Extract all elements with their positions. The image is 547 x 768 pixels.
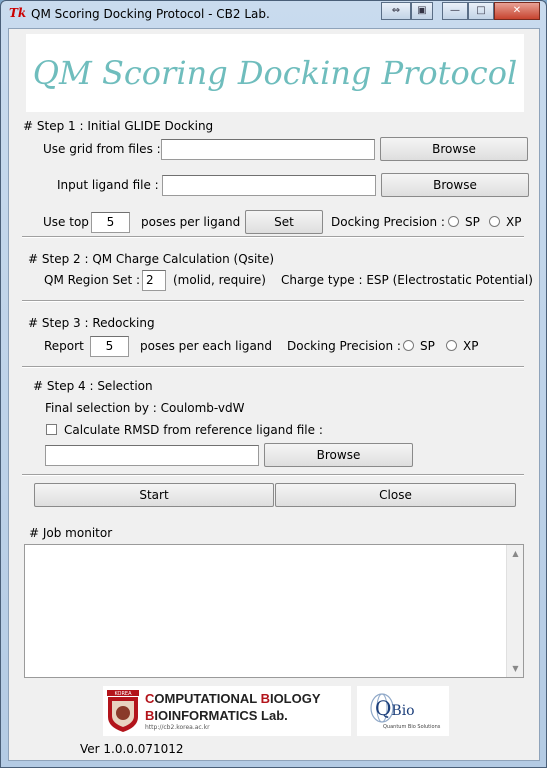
rmsd-checkbox[interactable] bbox=[46, 424, 57, 435]
cb-line2: BIOINFORMATICS Lab. bbox=[145, 708, 288, 723]
cb-line1: COMPUTATIONAL BIOLOGY bbox=[145, 691, 321, 706]
close-icon: ✕ bbox=[512, 5, 522, 16]
title-bar[interactable]: Tk QM Scoring Docking Protocol - CB2 Lab… bbox=[1, 1, 546, 27]
rmsd-label: Calculate RMSD from reference ligand fil… bbox=[64, 423, 323, 437]
step3-xp-radio[interactable] bbox=[446, 340, 457, 351]
final-selection-label: Final selection by : Coulomb-vdW bbox=[45, 401, 245, 415]
tk-app-icon: Tk bbox=[9, 6, 27, 20]
use-top-input[interactable]: 5 bbox=[91, 212, 130, 233]
restore-button[interactable]: ⇔ bbox=[381, 2, 411, 20]
report-input[interactable]: 5 bbox=[90, 336, 129, 357]
app-window: Tk QM Scoring Docking Protocol - CB2 Lab… bbox=[0, 0, 547, 768]
job-monitor-textarea[interactable]: ▲ ▼ bbox=[24, 544, 524, 678]
qbio-tagline: Quantum Bio Solutions bbox=[383, 724, 441, 730]
step1-xp-radio[interactable] bbox=[489, 216, 500, 227]
separator bbox=[22, 236, 524, 238]
separator bbox=[22, 366, 524, 368]
poses-per-ligand-label: poses per ligand bbox=[141, 215, 241, 229]
qm-region-label: QM Region Set : bbox=[44, 273, 141, 287]
set-button[interactable]: Set bbox=[245, 210, 323, 234]
step1-sp-radio[interactable] bbox=[448, 216, 459, 227]
qm-region-hint: (molid, require) bbox=[173, 273, 266, 287]
step3-heading: # Step 3 : Redocking bbox=[28, 316, 155, 330]
scroll-down-arrow-icon[interactable]: ▼ bbox=[508, 661, 523, 676]
ligand-file-label: Input ligand file : bbox=[57, 178, 159, 192]
korea-university-emblem-icon: KOREA bbox=[107, 690, 139, 732]
version-label: Ver 1.0.0.071012 bbox=[80, 742, 184, 756]
grid-file-label: Use grid from files : bbox=[43, 142, 161, 156]
start-button[interactable]: Start bbox=[34, 483, 274, 507]
qbio-logo: QBio Quantum Bio Solutions bbox=[357, 686, 449, 736]
step1-precision-label: Docking Precision : bbox=[331, 215, 445, 229]
rmsd-file-input[interactable] bbox=[45, 445, 259, 466]
step1-heading: # Step 1 : Initial GLIDE Docking bbox=[23, 119, 214, 133]
ligand-file-input[interactable] bbox=[162, 175, 376, 196]
step2-heading: # Step 2 : QM Charge Calculation (Qsite) bbox=[28, 252, 275, 266]
qm-region-input[interactable]: 2 bbox=[142, 270, 166, 291]
cb2-lab-logo: KOREA COMPUTATIONAL BIOLOGY BIOINFORMATI… bbox=[103, 686, 351, 736]
charge-type-label: Charge type : ESP (Electrostatic Potenti… bbox=[281, 273, 533, 287]
cb-url: http://cb2.korea.ac.kr bbox=[145, 724, 210, 731]
step3-precision-label: Docking Precision : bbox=[287, 339, 401, 353]
banner-title: QM Scoring Docking Protocol bbox=[32, 54, 518, 92]
scroll-up-arrow-icon[interactable]: ▲ bbox=[508, 546, 523, 561]
close-button[interactable]: Close bbox=[275, 483, 516, 507]
banner: QM Scoring Docking Protocol bbox=[26, 34, 524, 112]
step3-sp-radio[interactable] bbox=[403, 340, 414, 351]
client-area: QM Scoring Docking Protocol # Step 1 : I… bbox=[8, 28, 540, 761]
grid-file-input[interactable] bbox=[161, 139, 375, 160]
step4-heading: # Step 4 : Selection bbox=[33, 379, 153, 393]
close-window-button[interactable]: ✕ bbox=[494, 2, 540, 20]
minimize-button[interactable]: — bbox=[442, 2, 468, 20]
job-monitor-scrollbar[interactable]: ▲ ▼ bbox=[506, 545, 523, 677]
maximize-icon: □ bbox=[476, 5, 486, 16]
step3-xp-label: XP bbox=[463, 339, 479, 353]
separator bbox=[22, 300, 524, 302]
grid-browse-button[interactable]: Browse bbox=[380, 137, 528, 161]
use-top-label: Use top bbox=[43, 215, 89, 229]
window-icon: ▣ bbox=[417, 5, 427, 16]
step1-sp-label: SP bbox=[465, 215, 480, 229]
report-label: Report bbox=[44, 339, 84, 353]
separator bbox=[22, 474, 524, 476]
step1-xp-label: XP bbox=[506, 215, 522, 229]
ligand-browse-button[interactable]: Browse bbox=[381, 173, 529, 197]
minimize-icon: — bbox=[450, 5, 460, 16]
poses-per-each-ligand-label: poses per each ligand bbox=[140, 339, 273, 353]
job-monitor-label: # Job monitor bbox=[29, 526, 113, 540]
window-title: QM Scoring Docking Protocol - CB2 Lab. bbox=[31, 7, 270, 21]
window-menu-button[interactable]: ▣ bbox=[411, 2, 433, 20]
rmsd-browse-button[interactable]: Browse bbox=[264, 443, 413, 467]
qbio-wordmark: QBio bbox=[375, 696, 415, 720]
step3-sp-label: SP bbox=[420, 339, 435, 353]
restore-icon: ⇔ bbox=[391, 5, 401, 16]
maximize-button[interactable]: □ bbox=[468, 2, 494, 20]
svg-text:KOREA: KOREA bbox=[115, 691, 133, 697]
